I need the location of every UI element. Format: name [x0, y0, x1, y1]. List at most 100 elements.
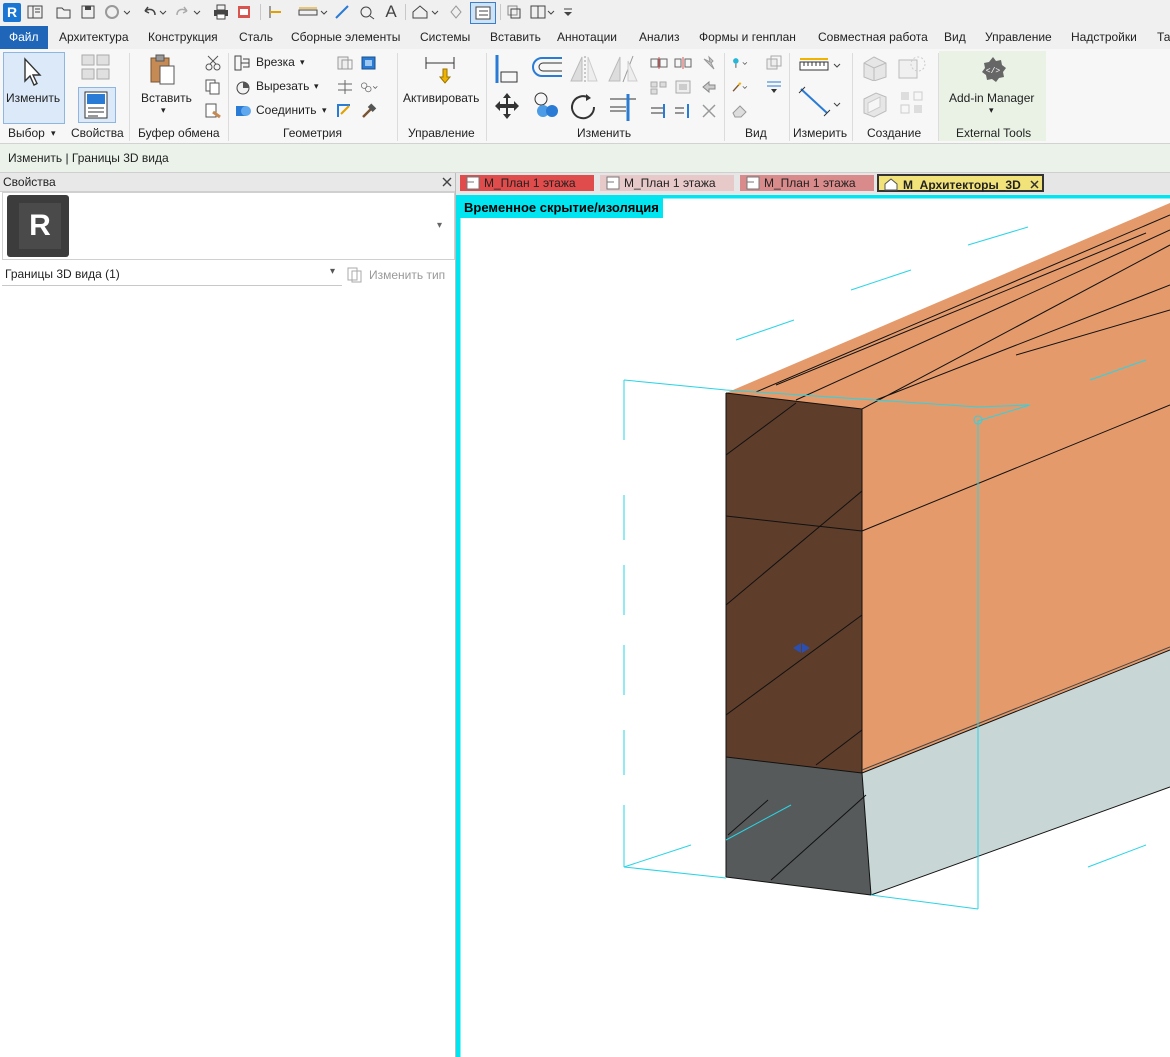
- ribbon-panel: Изменить Вставить ▾ Врезка ▾ Вырезать ▾ …: [0, 49, 1170, 144]
- similar-icon[interactable]: [898, 89, 930, 119]
- switch-windows-icon[interactable]: [505, 2, 523, 22]
- filter-icon[interactable]: [765, 79, 783, 95]
- tab-collaborate[interactable]: Совместная работа: [818, 26, 928, 49]
- instance-filter[interactable]: Границы 3D вида (1) ▾: [2, 263, 342, 286]
- pin-icon[interactable]: [700, 55, 718, 71]
- doc-tab-3d-architects[interactable]: М_Архитекторы_3D: [877, 174, 1044, 192]
- split-face-icon[interactable]: [336, 55, 354, 71]
- panel-select-title[interactable]: Выбор: [8, 126, 45, 140]
- measure-icon[interactable]: [798, 57, 844, 75]
- open-icon[interactable]: [55, 2, 73, 22]
- paste-label[interactable]: Вставить: [141, 91, 192, 105]
- tab-structure[interactable]: Конструкция: [148, 26, 218, 49]
- linework-icon[interactable]: [336, 103, 354, 119]
- tag-icon[interactable]: [333, 2, 353, 22]
- thin-lines-icon[interactable]: [470, 2, 496, 24]
- scissors-icon[interactable]: [204, 55, 222, 71]
- create-group-icon[interactable]: [896, 55, 928, 83]
- section-icon[interactable]: [448, 2, 464, 22]
- mirror-axis-icon[interactable]: [569, 55, 599, 83]
- rotate-icon[interactable]: [568, 91, 600, 123]
- demolish-icon[interactable]: [360, 79, 378, 95]
- create-assembly-icon[interactable]: [860, 89, 890, 119]
- join-dropdown-icon[interactable]: ▾: [322, 105, 327, 116]
- move-icon[interactable]: [492, 91, 522, 121]
- offset-icon[interactable]: [530, 55, 564, 81]
- array-icon[interactable]: [650, 79, 668, 95]
- close-icon[interactable]: [441, 176, 453, 188]
- dimension-icon[interactable]: [798, 85, 844, 117]
- tab-view[interactable]: Вид: [944, 26, 966, 49]
- app-logo[interactable]: R: [3, 3, 21, 22]
- trim-multiple-icon[interactable]: [650, 103, 668, 119]
- close-icon[interactable]: [1029, 179, 1040, 190]
- type-selector[interactable]: R ▾: [2, 192, 455, 260]
- split-gap-icon[interactable]: [674, 55, 692, 71]
- addin-manager-button[interactable]: Add-in Manager: [949, 91, 1034, 105]
- tab-precast[interactable]: Сборные элементы: [291, 26, 400, 49]
- copy-icon[interactable]: [204, 79, 222, 95]
- save-icon[interactable]: [79, 2, 97, 22]
- filter-dropdown-icon[interactable]: ▾: [330, 266, 335, 277]
- extend-multiple-icon[interactable]: [674, 103, 692, 119]
- 3d-view-canvas[interactable]: Временное скрытие/изоляция: [456, 195, 1170, 1057]
- doc-tab-floor-plan-3[interactable]: М_План 1 этажа: [740, 175, 874, 191]
- tab-insert[interactable]: Вставить: [490, 26, 541, 49]
- mirror-draw-icon[interactable]: [607, 55, 639, 83]
- type-selector-icon[interactable]: [80, 53, 112, 87]
- create-parts-icon[interactable]: [860, 55, 890, 81]
- hide-element-icon[interactable]: [731, 55, 749, 71]
- properties-title-bar[interactable]: Свойства: [0, 173, 455, 192]
- undo-icon[interactable]: [140, 2, 170, 22]
- tab-massing-site[interactable]: Формы и генплан: [699, 26, 796, 49]
- delete-icon[interactable]: [700, 103, 718, 119]
- split-element-icon[interactable]: [650, 55, 668, 71]
- trim-extend-icon[interactable]: [606, 91, 640, 123]
- redo-icon[interactable]: [174, 2, 204, 22]
- doc-tab-floor-plan-1[interactable]: М_План 1 этажа: [460, 175, 594, 191]
- linework-brush-icon[interactable]: [731, 79, 749, 95]
- text-icon[interactable]: A: [382, 2, 400, 22]
- tile-windows-icon[interactable]: [528, 2, 558, 22]
- select-dropdown-icon[interactable]: ▾: [51, 128, 56, 139]
- cut-geometry-button[interactable]: Вырезать: [256, 79, 309, 93]
- eraser-icon[interactable]: [731, 103, 749, 119]
- cut-dropdown-icon[interactable]: ▾: [314, 81, 319, 92]
- tab-analyze[interactable]: Анализ: [639, 26, 680, 49]
- align-icon[interactable]: [494, 54, 520, 84]
- wall-joins-icon[interactable]: [336, 79, 354, 95]
- tab-file[interactable]: Файл: [0, 26, 48, 49]
- tab-annotate[interactable]: Аннотации: [557, 26, 617, 49]
- tab-addins[interactable]: Надстройки: [1071, 26, 1137, 49]
- join-button[interactable]: Соединить: [256, 103, 317, 117]
- match-properties-icon[interactable]: [204, 103, 222, 119]
- paste-dropdown-icon[interactable]: ▾: [161, 105, 166, 116]
- sync-icon[interactable]: [103, 2, 131, 22]
- tab-overflow[interactable]: Та: [1157, 26, 1170, 49]
- home-view-icon[interactable]: [410, 2, 442, 22]
- print-icon[interactable]: [212, 2, 230, 22]
- cope-dropdown-icon[interactable]: ▾: [300, 57, 305, 68]
- addin-dropdown-icon[interactable]: ▾: [989, 105, 994, 116]
- hammer-icon[interactable]: [360, 103, 378, 119]
- customize-qat-icon[interactable]: [561, 2, 575, 22]
- detail-icon[interactable]: [357, 2, 377, 22]
- tab-manage[interactable]: Управление: [985, 26, 1052, 49]
- copy-element-icon[interactable]: [531, 91, 563, 123]
- doc-tab-floor-plan-2[interactable]: М_План 1 этажа: [600, 175, 734, 191]
- type-dropdown-icon[interactable]: ▾: [437, 220, 442, 231]
- dimension-qat-icon[interactable]: [296, 2, 330, 22]
- tab-systems[interactable]: Системы: [420, 26, 470, 49]
- cope-button[interactable]: Врезка: [256, 55, 295, 69]
- paint-icon[interactable]: [360, 55, 378, 71]
- tab-architecture[interactable]: Архитектура: [59, 26, 129, 49]
- scale-icon[interactable]: [674, 79, 692, 95]
- print-sheet-icon[interactable]: [235, 2, 253, 22]
- edit-type-button[interactable]: Изменить тип: [347, 265, 451, 285]
- tab-steel[interactable]: Сталь: [239, 26, 273, 49]
- activate-button[interactable]: Активировать: [403, 91, 479, 105]
- override-graphics-icon[interactable]: [765, 55, 783, 71]
- app-menu-icon[interactable]: [26, 2, 44, 22]
- unpin-icon[interactable]: [700, 79, 718, 95]
- measure-qat-icon[interactable]: [266, 2, 284, 22]
